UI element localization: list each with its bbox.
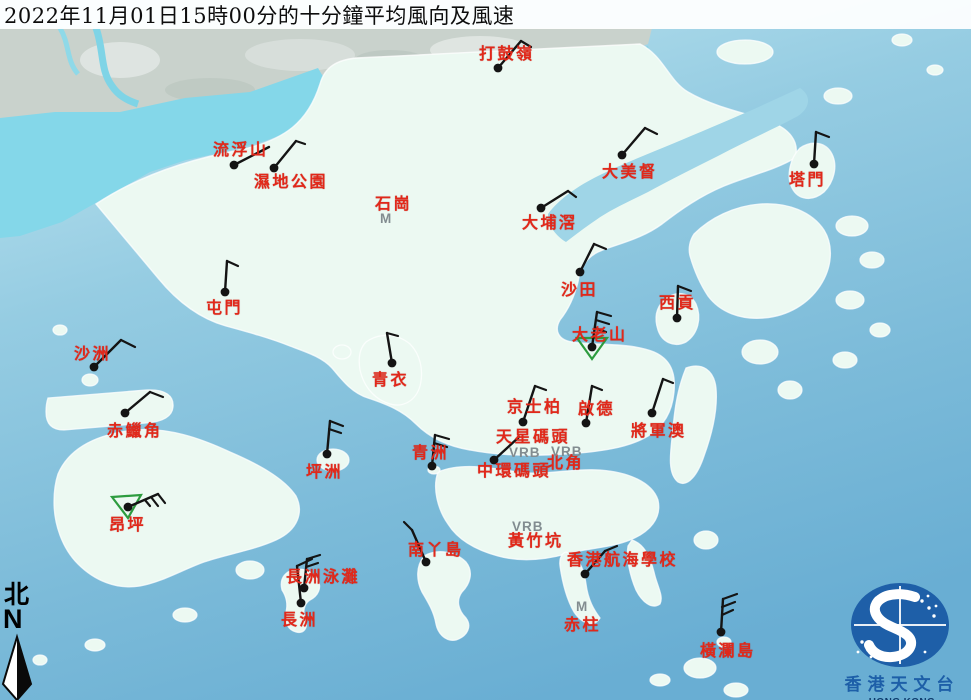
station-dot <box>270 164 279 173</box>
hko-name-cjk: 香港天文台 <box>838 670 966 695</box>
station-dot <box>90 363 99 372</box>
station-dot <box>428 462 437 471</box>
station-dot <box>323 450 332 459</box>
station-dot <box>537 204 546 213</box>
station-dot <box>519 418 528 427</box>
station-dot <box>422 558 431 567</box>
station-dot <box>121 409 130 418</box>
station-dot <box>618 151 627 160</box>
station-dot <box>388 359 397 368</box>
wind-staff <box>677 286 678 318</box>
station-dot <box>581 570 590 579</box>
station-dot <box>221 288 230 297</box>
station-dot <box>494 64 503 73</box>
station-dot <box>124 503 133 512</box>
station-dot <box>582 419 591 428</box>
compass: 北 N <box>2 582 42 631</box>
station-dot <box>297 599 306 608</box>
station-dot <box>588 343 597 352</box>
station-dot <box>648 409 657 418</box>
title-bar: 2022年11月01日15時00分的十分鐘平均風向及風速 <box>0 0 971 29</box>
station-dot <box>300 584 309 593</box>
compass-north-latin: N <box>3 607 42 631</box>
wind-map: 2022年11月01日15時00分的十分鐘平均風向及風速 打鼓嶺流浮山濕地公園石… <box>0 0 971 700</box>
station-dot <box>673 314 682 323</box>
station-dot <box>490 456 499 465</box>
station-dot <box>717 628 726 637</box>
page-title: 2022年11月01日15時00分的十分鐘平均風向及風速 <box>0 0 514 30</box>
hko-logo-text: 香港天文台 HONG KONG OBSERVATORY <box>838 580 966 700</box>
station-dot <box>810 160 819 169</box>
station-dot <box>230 161 239 170</box>
map-canvas <box>0 0 971 700</box>
station-dot <box>576 268 585 277</box>
